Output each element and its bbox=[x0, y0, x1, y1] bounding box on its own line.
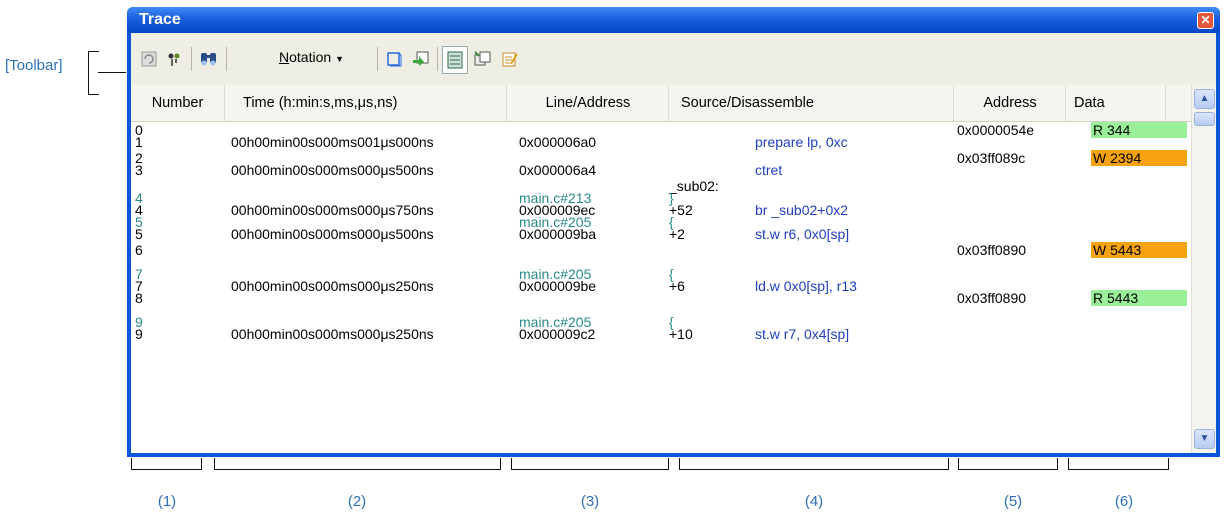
cell-time: 00h00min00s000ms000μs250ns bbox=[231, 326, 434, 342]
column-callout-5: (5) bbox=[1003, 493, 1023, 510]
column-callout-3: (3) bbox=[580, 493, 600, 510]
cell-number: 6 bbox=[135, 242, 143, 258]
column-bracket bbox=[1068, 458, 1169, 470]
cell-number: 8 bbox=[135, 290, 143, 306]
cell-number: 5 bbox=[135, 226, 143, 242]
table-row[interactable]: 8 0x03ff0890 R 5443 bbox=[135, 290, 1190, 306]
cell-data: W 5443 bbox=[1091, 242, 1187, 258]
cell-source: ctret bbox=[755, 162, 783, 178]
restore-icon[interactable] bbox=[411, 49, 431, 69]
trace-window: Trace ✕ Notation ▼ Number Time (h:min:s,… bbox=[127, 7, 1220, 457]
toolbar-separator bbox=[377, 47, 378, 71]
copy-icon[interactable] bbox=[473, 49, 493, 69]
scroll-up-icon[interactable]: ▲ bbox=[1194, 89, 1215, 109]
cell-line-address: 0x000006a4 bbox=[519, 162, 597, 178]
cell-line-address: 0x000009c2 bbox=[519, 326, 596, 342]
cell-address: 0x03ff0890 bbox=[957, 242, 1027, 258]
cell-offset: +10 bbox=[669, 326, 693, 342]
select-range-icon[interactable] bbox=[384, 49, 404, 69]
cell-line-address: 0x000009ba bbox=[519, 226, 597, 242]
mix-display-icon[interactable] bbox=[442, 46, 468, 74]
title-bar[interactable]: Trace ✕ bbox=[127, 7, 1220, 33]
find-icon[interactable] bbox=[199, 49, 219, 69]
table-row[interactable]: 6 0x03ff0890 W 5443 bbox=[135, 242, 1190, 258]
toolbar-bracket bbox=[88, 51, 99, 95]
column-bracket bbox=[131, 458, 202, 470]
edit-icon[interactable] bbox=[500, 49, 520, 69]
column-callout-1: (1) bbox=[157, 493, 177, 510]
table-row[interactable]: 9 00h00min00s000ms000μs250ns 0x000009c2 +10… bbox=[135, 326, 1190, 342]
cell-number: 9 bbox=[135, 326, 143, 342]
cell-source: st.w r7, 0x4[sp] bbox=[755, 326, 850, 342]
column-header-data[interactable]: Data bbox=[1066, 85, 1166, 121]
cell-data: R 5443 bbox=[1091, 290, 1187, 306]
toolbar-separator bbox=[191, 47, 192, 71]
toolbar-separator bbox=[437, 47, 438, 71]
notation-dropdown[interactable]: Notation ▼ bbox=[279, 49, 344, 65]
cell-time: 00h00min00s000ms000μs500ns bbox=[231, 226, 434, 242]
cell-number: 3 bbox=[135, 162, 143, 178]
close-icon[interactable]: ✕ bbox=[1197, 12, 1214, 29]
notation-accel: N bbox=[279, 49, 290, 65]
trace-rows: 0 0x0000054e R 344 1 00h00min00s000ms001μs00… bbox=[135, 122, 1190, 444]
table-row[interactable] bbox=[135, 122, 1190, 138]
toolbar-leader-line bbox=[98, 72, 126, 73]
column-callout-2: (2) bbox=[347, 493, 367, 510]
table-row[interactable]: 3 00h00min00s000ms000μs500ns 0x000006a4 ctr… bbox=[135, 162, 1190, 178]
cell-offset: +2 bbox=[669, 226, 685, 242]
cell-source: st.w r6, 0x0[sp] bbox=[755, 226, 850, 242]
column-bracket bbox=[214, 458, 501, 470]
trace-client-area: Notation ▼ Number Time (h:min:s,ms,μs,ns… bbox=[131, 33, 1216, 453]
scroll-down-icon[interactable]: ▼ bbox=[1194, 429, 1215, 449]
column-bracket bbox=[958, 458, 1058, 470]
window-title: Trace bbox=[139, 11, 181, 28]
column-header-time[interactable]: Time (h:min:s,ms,μs,ns) bbox=[225, 85, 507, 121]
column-callout-4: (4) bbox=[804, 493, 824, 510]
trace-stop-icon[interactable] bbox=[164, 49, 184, 69]
chevron-down-icon: ▼ bbox=[335, 54, 344, 64]
column-bracket bbox=[511, 458, 669, 470]
toolbar-callout: [Toolbar] bbox=[5, 57, 63, 74]
toolbar: Notation ▼ bbox=[131, 33, 1216, 86]
column-header-number[interactable]: Number bbox=[131, 85, 225, 121]
scroll-thumb[interactable] bbox=[1194, 112, 1215, 126]
cell-time: 00h00min00s000ms000μs500ns bbox=[231, 162, 434, 178]
cell-address: 0x03ff0890 bbox=[957, 290, 1027, 306]
column-header-line-address[interactable]: Line/Address bbox=[508, 85, 669, 121]
column-callout-6: (6) bbox=[1114, 493, 1134, 510]
table-row[interactable]: 5 00h00min00s000ms000μs500ns 0x000009ba +2 s… bbox=[135, 226, 1190, 242]
notation-label-rest: otation bbox=[289, 49, 332, 65]
toolbar-separator bbox=[226, 47, 227, 71]
column-header: Number Time (h:min:s,ms,μs,ns) Line/Addr… bbox=[131, 85, 1192, 122]
column-bracket bbox=[679, 458, 949, 470]
column-header-source[interactable]: Source/Disassemble bbox=[669, 85, 954, 121]
column-header-address[interactable]: Address bbox=[955, 85, 1066, 121]
refresh-icon[interactable] bbox=[139, 49, 159, 69]
vertical-scrollbar[interactable]: ▲ ▼ bbox=[1191, 85, 1216, 453]
